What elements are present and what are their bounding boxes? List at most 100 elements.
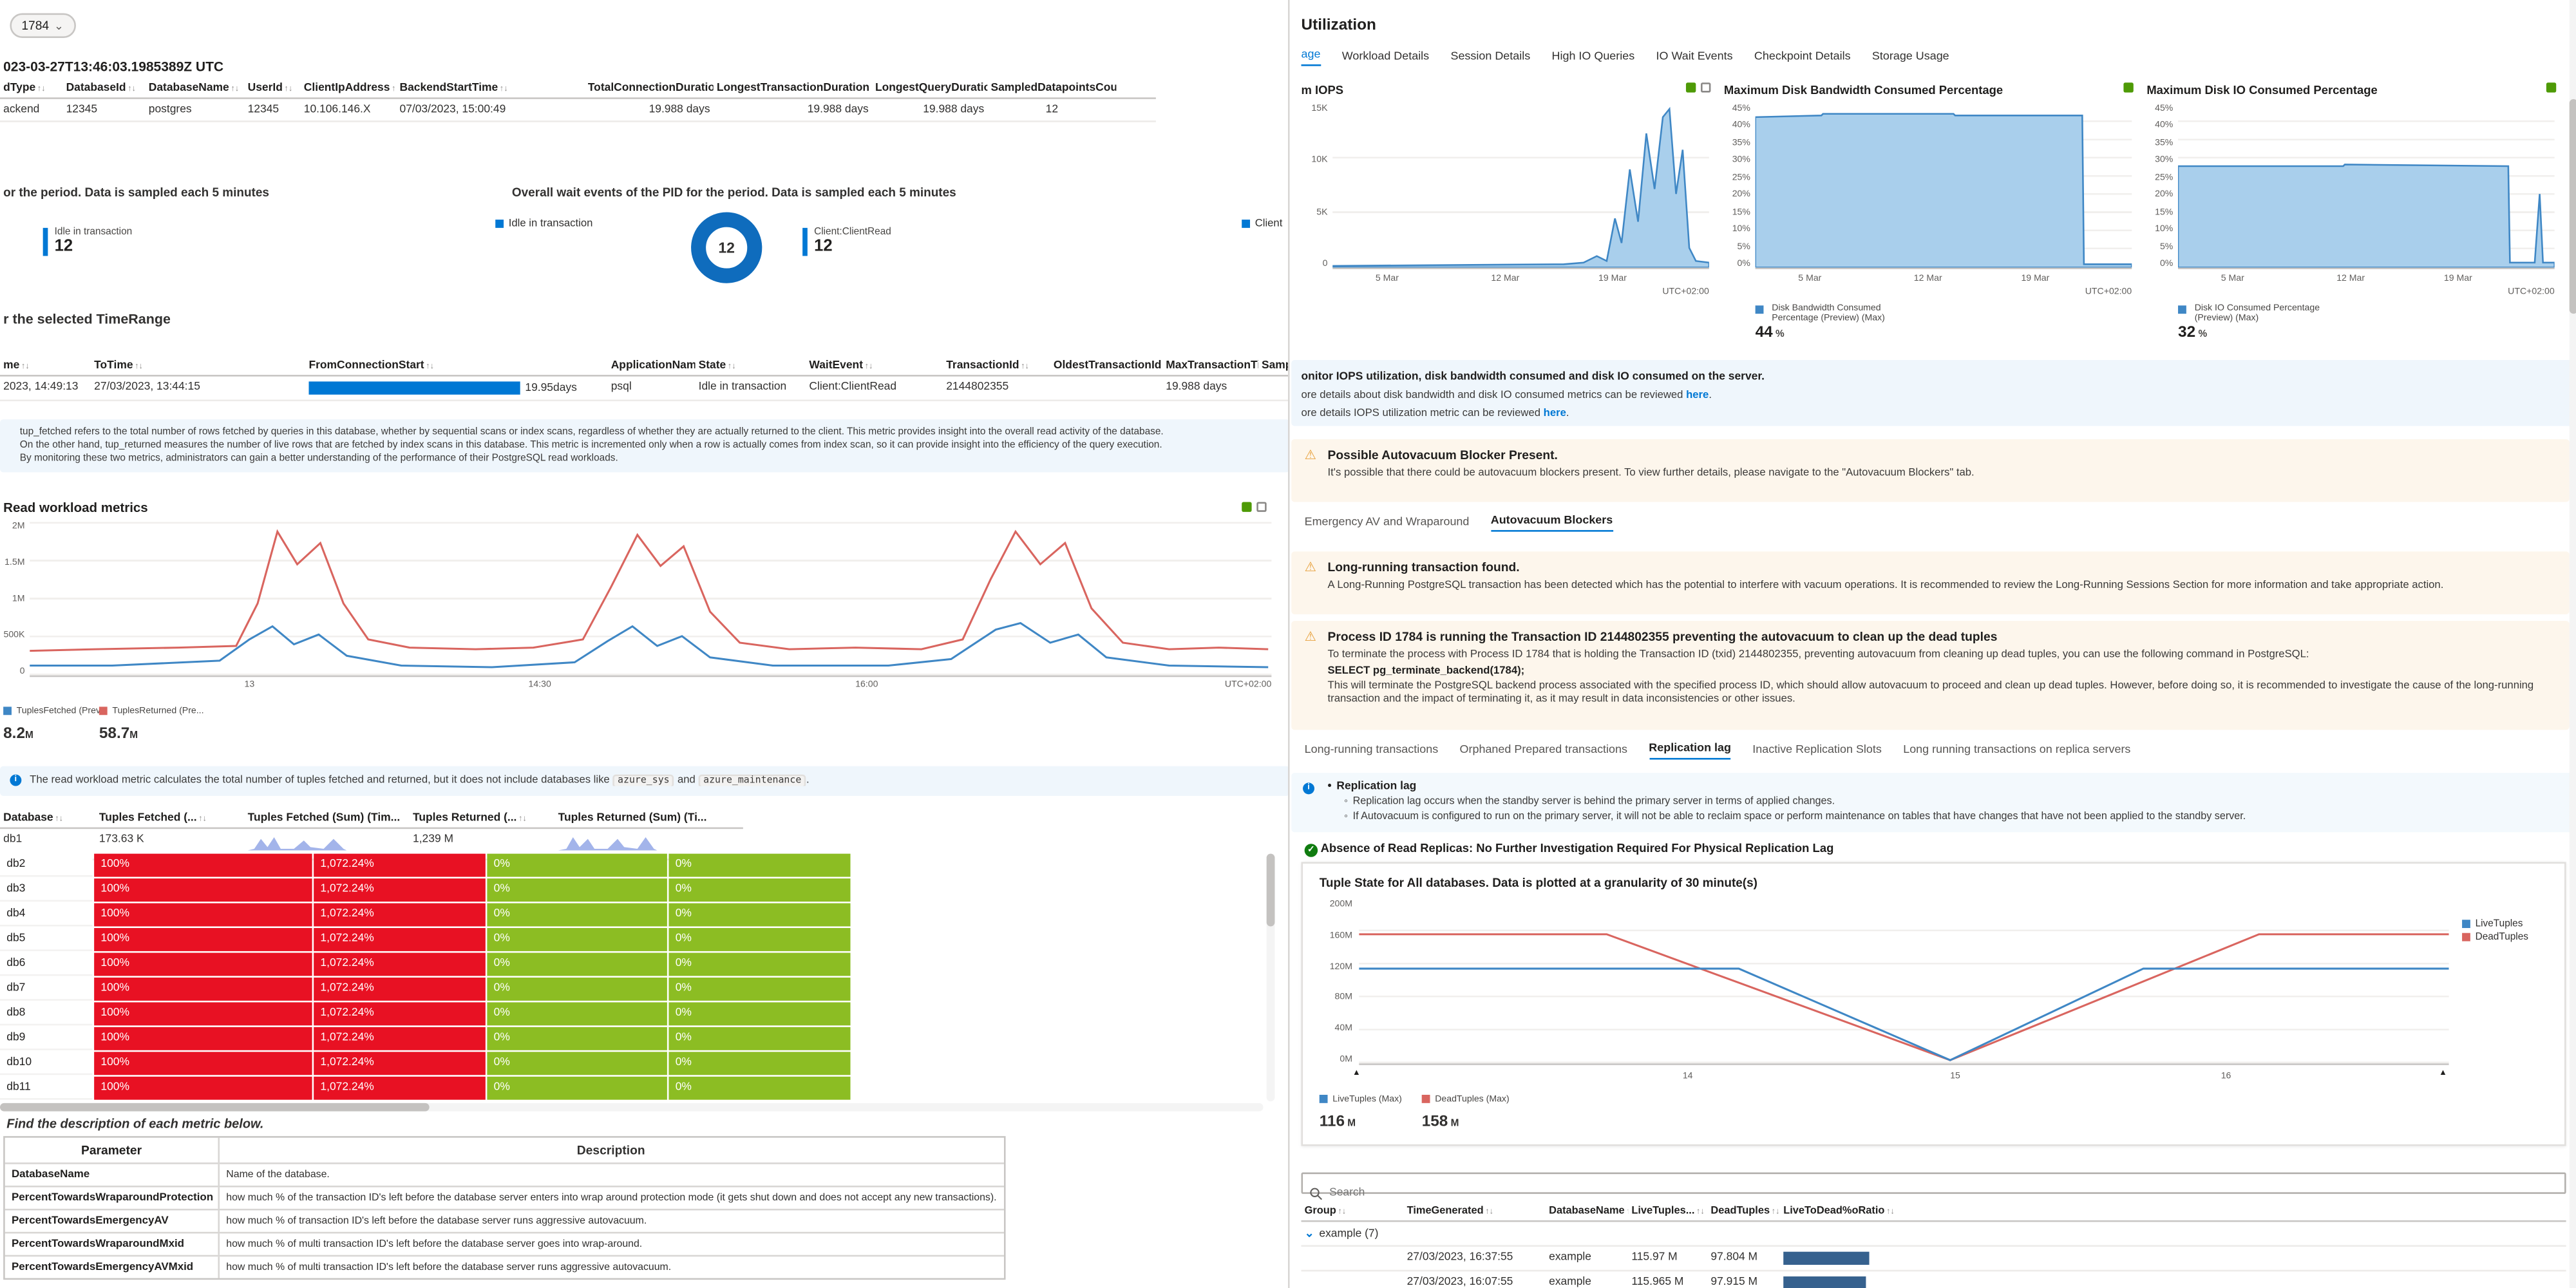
column-header[interactable]: BackendStartTime: [396, 82, 584, 94]
duration-bar: [308, 381, 520, 395]
tab-long-running-replica[interactable]: Long running transactions on replica ser…: [1903, 744, 2130, 759]
column-header[interactable]: Tuples Fetched (...: [96, 813, 245, 824]
column-header[interactable]: TimeGenerated: [1403, 1206, 1546, 1217]
tab-checkpoint-details[interactable]: Checkpoint Details: [1754, 51, 1851, 66]
timezone-label: UTC+02:00: [1224, 680, 1272, 690]
top-tab-bar: age Workload Details Session Details Hig…: [1301, 50, 1949, 66]
warning-title: Possible Autovacuum Blocker Present.: [1327, 447, 1558, 462]
emergency-av-mxid-cell: 0%: [668, 903, 851, 927]
column-header[interactable]: OldestTransactionId: [1050, 360, 1162, 372]
y-axis: 15K 10K 5K 0: [1302, 104, 1328, 269]
tab-orphaned-prepared-transactions[interactable]: Orphaned Prepared transactions: [1460, 744, 1627, 759]
search-input[interactable]: [1303, 1184, 2565, 1202]
column-header[interactable]: Tuples Returned (Sum) (Ti...: [555, 813, 728, 824]
read-workload-y-axis: 2M 1.5M 1M 500K 0: [0, 522, 24, 677]
column-header[interactable]: LiveTuples...: [1628, 1206, 1707, 1217]
grid-horizontal-scrollbar[interactable]: [0, 1103, 1264, 1112]
tab-long-running-transactions[interactable]: Long-running transactions: [1305, 744, 1439, 759]
column-header[interactable]: LongestQueryDuration: [872, 82, 987, 94]
tab-inactive-replication-slots[interactable]: Inactive Replication Slots: [1752, 744, 1882, 759]
scrollbar-thumb[interactable]: [2569, 99, 2576, 314]
column-header[interactable]: State: [695, 360, 806, 372]
column-header[interactable]: DatabaseName: [146, 82, 245, 94]
column-header[interactable]: SampledDatapointsCounter: [987, 82, 1116, 94]
y-axis: 45% 40% 35% 30% 25% 20% 15% 10% 5% 0%: [1724, 104, 1750, 269]
tab-autovacuum-blockers[interactable]: Autovacuum Blockers: [1490, 515, 1613, 532]
tab-session-details[interactable]: Session Details: [1450, 51, 1530, 66]
emergency-av-mxid-cell: 0%: [668, 1002, 851, 1026]
pin-icon[interactable]: [1701, 82, 1711, 93]
tab-workload-details[interactable]: Workload Details: [1342, 51, 1429, 66]
tab-emergency-av-wraparound[interactable]: Emergency AV and Wraparound: [1305, 517, 1470, 532]
group-row[interactable]: ⌄ example (7): [1301, 1222, 2566, 1247]
pid-filter-dropdown[interactable]: 1784: [10, 13, 75, 38]
column-header[interactable]: LiveToDead%oRatio: [1780, 1206, 1895, 1217]
column-header[interactable]: Tuples Fetched (Sum) (Tim...: [244, 813, 409, 824]
wraparound-mxid-cell: 0%: [487, 1027, 667, 1050]
column-header[interactable]: MaxTransactionTime: [1162, 360, 1258, 372]
column-header[interactable]: LongestTransactionDuration: [714, 82, 872, 94]
column-header[interactable]: FromConnectionStart: [305, 360, 607, 372]
column-header[interactable]: TotalConnectionDuration: [585, 82, 714, 94]
excel-export-icon[interactable]: [1242, 502, 1252, 512]
column-header[interactable]: DatabaseName: [1546, 1206, 1628, 1217]
time-brush-start-handle[interactable]: ▲: [1352, 1068, 1361, 1078]
scrollbar-thumb[interactable]: [1266, 853, 1275, 927]
column-header[interactable]: ClientIpAddress: [301, 82, 397, 94]
excel-export-icon[interactable]: [2123, 82, 2134, 93]
emergency-av-cell: 1,072.24%: [314, 903, 486, 927]
sessions-table: me ToTime FromConnectionStart Applicatio…: [0, 357, 1288, 402]
pin-icon[interactable]: [1256, 502, 1267, 512]
column-header[interactable]: ApplicationName: [608, 360, 696, 372]
column-header[interactable]: UserId: [244, 82, 300, 94]
chevron-down-icon[interactable]: ⌄: [1305, 1229, 1314, 1240]
axis-tick-label: 120M: [1329, 961, 1352, 972]
diskio-chart-block: Maximum Disk IO Consumed Percentage 45% 4…: [2146, 82, 2559, 346]
emergency-av-mxid-cell: 0%: [668, 1027, 851, 1050]
left-panel: 1784 023-03-27T13:46:03.1985389Z UTC dTy…: [0, 0, 1290, 1288]
page-vertical-scrollbar[interactable]: [2569, 0, 2576, 1288]
column-header[interactable]: Tuples Returned (...: [410, 813, 555, 824]
tab-storage-usage[interactable]: Storage Usage: [1872, 51, 1949, 66]
info-icon: i: [10, 774, 22, 786]
tab-usage[interactable]: age: [1301, 50, 1321, 66]
excel-export-icon[interactable]: [2546, 82, 2557, 93]
column-header[interactable]: dType: [0, 82, 62, 94]
scrollbar-thumb[interactable]: [0, 1103, 430, 1112]
sort-icon: [35, 82, 45, 94]
client-clientread-tile: Client:ClientRead 12: [802, 227, 891, 256]
axis-tick-label: 0%: [1737, 259, 1750, 269]
time-brush-end-handle[interactable]: ▲: [2439, 1068, 2447, 1078]
metric-description-intro: Find the description of each metric belo…: [6, 1116, 264, 1132]
success-icon: ✓: [1304, 844, 1318, 857]
tab-replication-lag[interactable]: Replication lag: [1649, 743, 1731, 760]
diskio-chart: [2178, 104, 2555, 269]
column-header[interactable]: Database: [0, 813, 96, 824]
emergency-av-cell: 1,072.24%: [314, 1052, 486, 1075]
here-link[interactable]: here: [1686, 390, 1709, 401]
sort-icon: [390, 82, 396, 94]
pid-chip-label: 1784: [21, 18, 50, 33]
sort-icon: [283, 82, 292, 94]
sort-icon: [1484, 1206, 1493, 1217]
axis-tick-label: 0: [1322, 259, 1328, 269]
column-header[interactable]: Sampled: [1258, 360, 1288, 372]
grid-vertical-scrollbar[interactable]: [1266, 853, 1275, 1102]
wraparound-grid: db2 100% 1,072.24% 0% 0% db3 100% 1,072.…: [0, 853, 1264, 1102]
column-header[interactable]: ToTime: [91, 360, 305, 372]
sparkline: [558, 837, 658, 851]
column-header[interactable]: Group: [1302, 1206, 1404, 1217]
emergency-av-mxid-cell: 0%: [668, 952, 851, 976]
sort-icon: [53, 813, 63, 824]
excel-export-icon[interactable]: [1685, 82, 1696, 93]
emergency-av-cell: 1,072.24%: [314, 952, 486, 976]
column-header[interactable]: DeadTuples: [1707, 1206, 1780, 1217]
column-header[interactable]: DatabaseId: [62, 82, 145, 94]
column-header[interactable]: WaitEvent: [806, 360, 943, 372]
iops-series: [1332, 106, 1709, 268]
column-header[interactable]: TransactionId: [943, 360, 1050, 372]
tab-high-io-queries[interactable]: High IO Queries: [1552, 51, 1635, 66]
here-link[interactable]: here: [1544, 408, 1566, 419]
tab-io-wait-events[interactable]: IO Wait Events: [1656, 51, 1733, 66]
column-header[interactable]: me: [0, 360, 91, 372]
